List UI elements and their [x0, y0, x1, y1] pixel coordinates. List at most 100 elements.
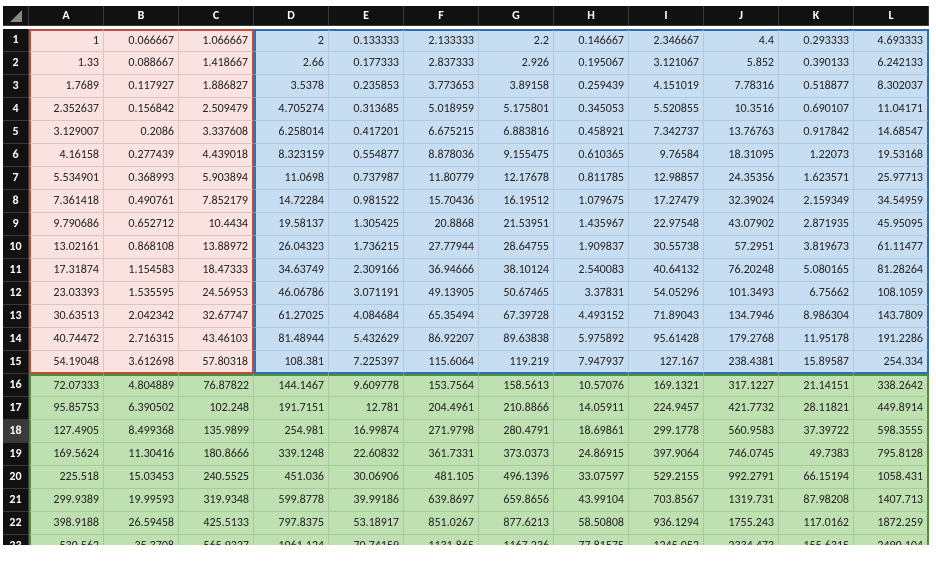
row-header-4[interactable]: 4: [3, 98, 29, 121]
cell-K16[interactable]: 21.14151: [779, 374, 854, 397]
cell-D1[interactable]: 2: [254, 29, 329, 52]
cell-L7[interactable]: 25.97713: [854, 167, 929, 190]
cell-I5[interactable]: 7.342737: [629, 121, 704, 144]
cell-I13[interactable]: 71.89043: [629, 305, 704, 328]
cell-D22[interactable]: 797.8375: [254, 512, 329, 535]
cell-H10[interactable]: 1.909837: [554, 236, 629, 259]
cell-B21[interactable]: 19.99593: [104, 489, 179, 512]
cell-I20[interactable]: 529.2155: [629, 466, 704, 489]
cell-I19[interactable]: 397.9064: [629, 443, 704, 466]
cell-F14[interactable]: 86.92207: [404, 328, 479, 351]
cell-B2[interactable]: 0.088667: [104, 52, 179, 75]
cell-A14[interactable]: 40.74472: [29, 328, 104, 351]
column-header-F[interactable]: F: [404, 6, 479, 26]
cell-G4[interactable]: 5.175801: [479, 98, 554, 121]
cell-I3[interactable]: 4.151019: [629, 75, 704, 98]
cell-H3[interactable]: 0.259439: [554, 75, 629, 98]
cell-E20[interactable]: 30.06906: [329, 466, 404, 489]
cell-A6[interactable]: 4.16158: [29, 144, 104, 167]
cell-I2[interactable]: 3.121067: [629, 52, 704, 75]
row-header-3[interactable]: 3: [3, 75, 29, 98]
row-header-12[interactable]: 12: [3, 282, 29, 305]
cell-J16[interactable]: 317.1227: [704, 374, 779, 397]
cell-F19[interactable]: 361.7331: [404, 443, 479, 466]
cell-J19[interactable]: 746.0745: [704, 443, 779, 466]
cell-C1[interactable]: 1.066667: [179, 29, 254, 52]
cell-F5[interactable]: 6.675215: [404, 121, 479, 144]
cell-F22[interactable]: 851.0267: [404, 512, 479, 535]
cell-E10[interactable]: 1.736215: [329, 236, 404, 259]
row-header-10[interactable]: 10: [3, 236, 29, 259]
cell-H19[interactable]: 24.86915: [554, 443, 629, 466]
cell-A5[interactable]: 3.129007: [29, 121, 104, 144]
cell-B5[interactable]: 0.2086: [104, 121, 179, 144]
cell-I6[interactable]: 9.76584: [629, 144, 704, 167]
cell-B8[interactable]: 0.490761: [104, 190, 179, 213]
cell-B18[interactable]: 8.499368: [104, 420, 179, 443]
cell-I7[interactable]: 12.98857: [629, 167, 704, 190]
cell-L11[interactable]: 81.28264: [854, 259, 929, 282]
cell-B17[interactable]: 6.390502: [104, 397, 179, 420]
cell-C7[interactable]: 5.903894: [179, 167, 254, 190]
cell-G3[interactable]: 3.89158: [479, 75, 554, 98]
cell-K18[interactable]: 37.39722: [779, 420, 854, 443]
cell-J15[interactable]: 238.4381: [704, 351, 779, 374]
cell-D10[interactable]: 26.04323: [254, 236, 329, 259]
cell-K11[interactable]: 5.080165: [779, 259, 854, 282]
cell-A10[interactable]: 13.02161: [29, 236, 104, 259]
cell-F17[interactable]: 204.4961: [404, 397, 479, 420]
row-header-17[interactable]: 17: [3, 397, 29, 420]
cell-E6[interactable]: 0.554877: [329, 144, 404, 167]
cell-D5[interactable]: 6.258014: [254, 121, 329, 144]
cell-C17[interactable]: 102.248: [179, 397, 254, 420]
cell-F20[interactable]: 481.105: [404, 466, 479, 489]
cell-E21[interactable]: 39.99186: [329, 489, 404, 512]
cell-F13[interactable]: 65.35494: [404, 305, 479, 328]
cell-A3[interactable]: 1.7689: [29, 75, 104, 98]
cell-C6[interactable]: 4.439018: [179, 144, 254, 167]
cell-J12[interactable]: 101.3493: [704, 282, 779, 305]
cell-J20[interactable]: 992.2791: [704, 466, 779, 489]
cell-H12[interactable]: 3.37831: [554, 282, 629, 305]
cell-B22[interactable]: 26.59458: [104, 512, 179, 535]
cell-F8[interactable]: 15.70436: [404, 190, 479, 213]
cell-K20[interactable]: 66.15194: [779, 466, 854, 489]
spreadsheet-grid[interactable]: ABCDEFGHIJKL110.0666671.06666720.1333332…: [3, 6, 929, 558]
cell-L2[interactable]: 6.242133: [854, 52, 929, 75]
cell-B15[interactable]: 3.612698: [104, 351, 179, 374]
cell-F6[interactable]: 8.878036: [404, 144, 479, 167]
cell-L8[interactable]: 34.54959: [854, 190, 929, 213]
column-header-B[interactable]: B: [104, 6, 179, 26]
cell-D16[interactable]: 144.1467: [254, 374, 329, 397]
cell-C21[interactable]: 319.9348: [179, 489, 254, 512]
cell-K2[interactable]: 0.390133: [779, 52, 854, 75]
cell-E11[interactable]: 2.309166: [329, 259, 404, 282]
cell-B11[interactable]: 1.154583: [104, 259, 179, 282]
cell-H1[interactable]: 0.146667: [554, 29, 629, 52]
cell-F21[interactable]: 639.8697: [404, 489, 479, 512]
cell-C12[interactable]: 24.56953: [179, 282, 254, 305]
cell-C11[interactable]: 18.47333: [179, 259, 254, 282]
cell-G11[interactable]: 38.10124: [479, 259, 554, 282]
cell-H18[interactable]: 18.69861: [554, 420, 629, 443]
cell-G16[interactable]: 158.5613: [479, 374, 554, 397]
column-header-J[interactable]: J: [704, 6, 779, 26]
cell-J22[interactable]: 1755.243: [704, 512, 779, 535]
cell-K8[interactable]: 2.159349: [779, 190, 854, 213]
cell-A8[interactable]: 7.361418: [29, 190, 104, 213]
column-header-E[interactable]: E: [329, 6, 404, 26]
cell-F2[interactable]: 2.837333: [404, 52, 479, 75]
cell-H5[interactable]: 0.458921: [554, 121, 629, 144]
cell-L20[interactable]: 1058.431: [854, 466, 929, 489]
cell-J10[interactable]: 57.2951: [704, 236, 779, 259]
cell-I12[interactable]: 54.05296: [629, 282, 704, 305]
cell-K3[interactable]: 0.518877: [779, 75, 854, 98]
cell-D20[interactable]: 451.036: [254, 466, 329, 489]
cell-J21[interactable]: 1319.731: [704, 489, 779, 512]
cell-A1[interactable]: 1: [29, 29, 104, 52]
cell-H4[interactable]: 0.345053: [554, 98, 629, 121]
cell-L21[interactable]: 1407.713: [854, 489, 929, 512]
column-header-D[interactable]: D: [254, 6, 329, 26]
cell-F4[interactable]: 5.018959: [404, 98, 479, 121]
cell-J1[interactable]: 4.4: [704, 29, 779, 52]
